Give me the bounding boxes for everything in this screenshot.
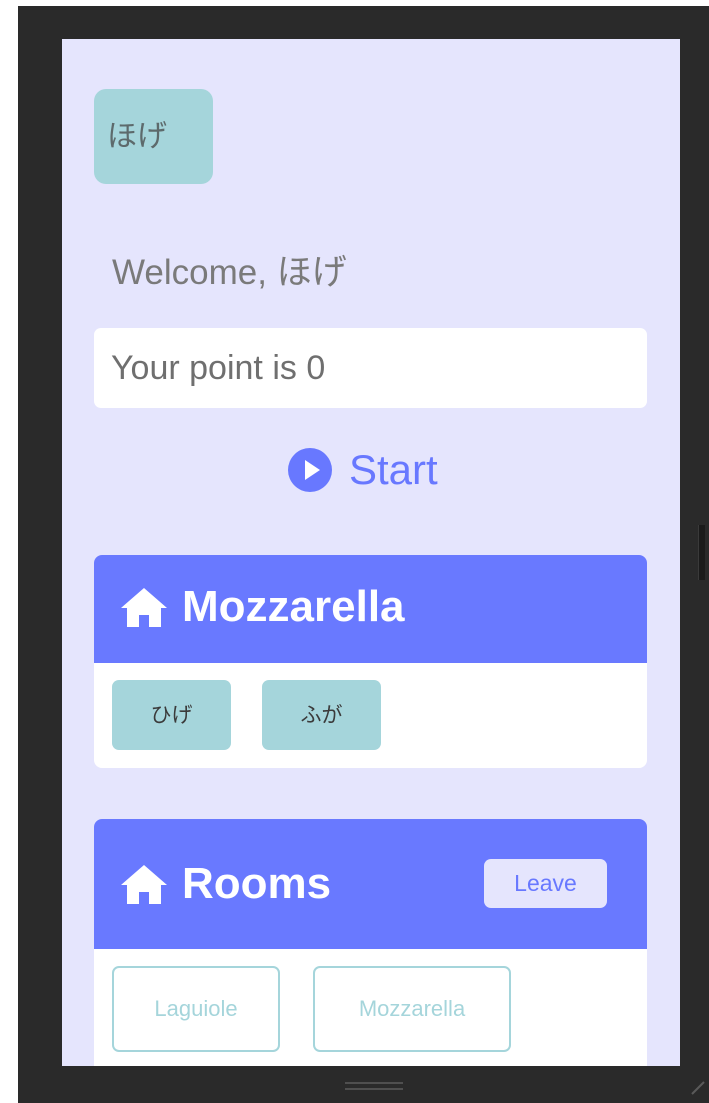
home-icon [121, 588, 167, 627]
resize-corner-icon[interactable] [690, 1080, 706, 1096]
user-chip[interactable]: ほげ [94, 89, 213, 184]
points-display: Your point is 0 [94, 328, 647, 408]
current-room-title: Mozzarella [182, 582, 405, 631]
welcome-user-name: ほげ [276, 253, 347, 293]
home-icon [121, 865, 167, 904]
app-screen: ほげ Welcome, ほげ Your point is 0 Start Moz… [62, 39, 680, 1066]
resize-handle[interactable] [345, 1082, 403, 1092]
rooms-header: Rooms Leave [94, 819, 647, 949]
room-list: Laguiole Mozzarella [94, 949, 647, 1066]
start-label: Start [349, 446, 438, 493]
side-scroll-handle[interactable] [698, 525, 705, 580]
start-button[interactable]: Start [287, 442, 438, 498]
member-chip: ひげ [112, 680, 231, 750]
current-room-card: Mozzarella ひげ ふが [94, 555, 647, 768]
play-circle-icon [288, 448, 332, 492]
rooms-card: Rooms Leave Laguiole Mozzarella [94, 819, 647, 1066]
room-button-mozzarella[interactable]: Mozzarella [313, 966, 511, 1052]
member-chip: ふが [262, 680, 381, 750]
member-list: ひげ ふが [94, 663, 647, 768]
current-room-header: Mozzarella [94, 555, 647, 663]
rooms-title: Rooms [182, 859, 332, 908]
leave-button[interactable]: Leave [484, 859, 607, 908]
welcome-prefix: Welcome, [112, 253, 277, 292]
room-button-laguiole[interactable]: Laguiole [112, 966, 280, 1052]
welcome-message: Welcome, ほげ [112, 244, 347, 295]
